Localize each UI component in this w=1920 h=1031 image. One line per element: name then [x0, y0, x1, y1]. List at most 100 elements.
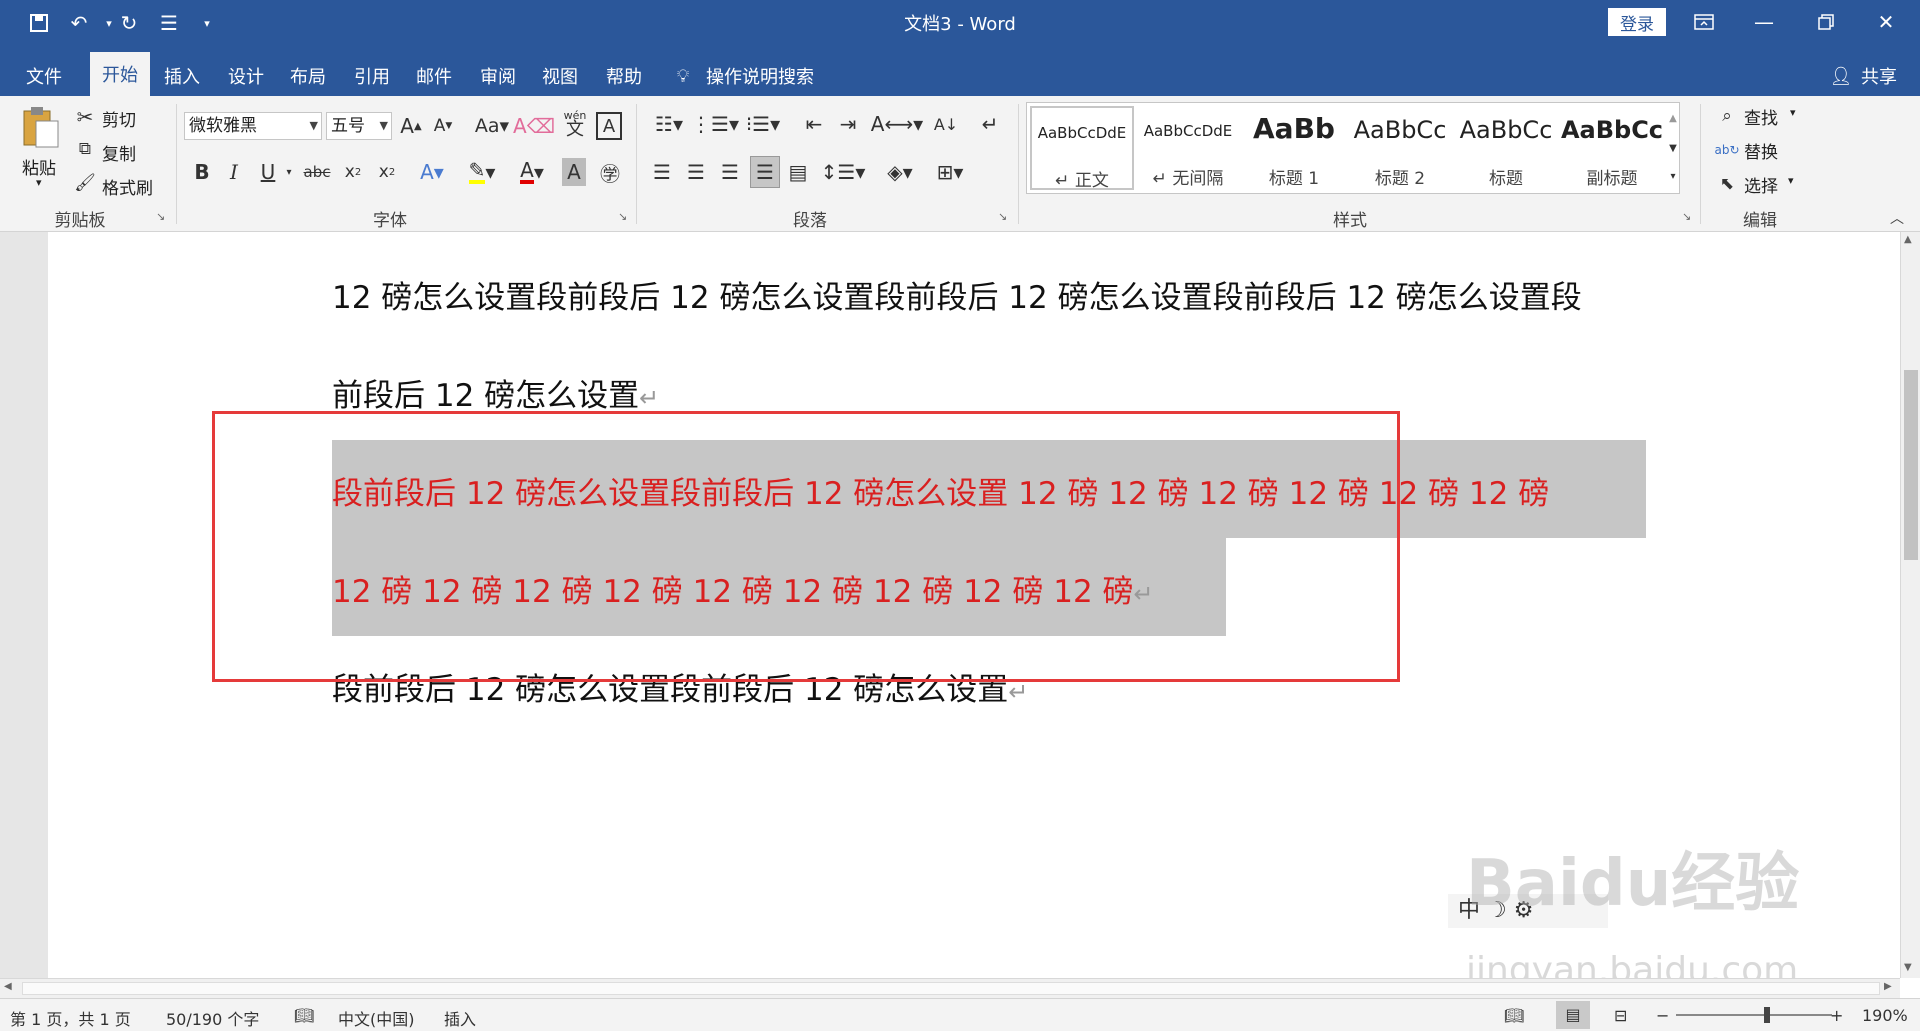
show-marks-icon[interactable]: ↵: [976, 110, 1004, 138]
align-left-icon[interactable]: ☰: [648, 158, 676, 186]
align-center-icon[interactable]: ☰: [682, 158, 710, 186]
scroll-up-icon[interactable]: ▲: [1904, 234, 1912, 245]
zoom-level[interactable]: 190%: [1862, 1006, 1908, 1025]
gallery-up-icon[interactable]: ▲: [1664, 104, 1682, 132]
scroll-right-icon[interactable]: ▶: [1884, 981, 1892, 992]
highlight-icon[interactable]: ✎ ▾: [462, 158, 502, 186]
gallery-down-icon[interactable]: ▼: [1664, 134, 1682, 162]
strikethrough-icon[interactable]: abc: [302, 158, 332, 186]
borders-icon[interactable]: ⊞▾: [930, 158, 970, 186]
web-layout-icon[interactable]: ⊟: [1614, 1006, 1627, 1025]
chevron-down-icon[interactable]: ▾: [282, 162, 296, 182]
grow-font-icon[interactable]: A ▲: [398, 112, 424, 140]
style-normal[interactable]: AaBbCcDdE ↵ 正文: [1030, 106, 1134, 191]
phonetic-guide-icon[interactable]: wén 文: [562, 108, 588, 140]
format-painter-button[interactable]: 格式刷: [102, 174, 153, 199]
font-name-combo[interactable]: 微软雅黑 ▼: [184, 112, 322, 140]
select-button[interactable]: 选择: [1744, 172, 1778, 197]
copy-icon[interactable]: ⧉: [74, 138, 96, 160]
enclose-characters-icon[interactable]: ㊫: [596, 158, 624, 186]
search-icon[interactable]: ⌕: [1716, 104, 1738, 128]
tab-file[interactable]: 文件: [10, 56, 78, 96]
multilevel-list-icon[interactable]: ⁝☰▾: [742, 110, 784, 138]
style-no-spacing[interactable]: AaBbCcDdE ↵ 无间隔: [1136, 106, 1240, 190]
superscript-icon[interactable]: x2: [374, 158, 400, 186]
style-heading-2[interactable]: AaBbCc 标题 2: [1348, 106, 1452, 190]
justify-icon[interactable]: ☰: [750, 156, 780, 188]
underline-icon[interactable]: U: [256, 158, 280, 186]
chevron-down-icon[interactable]: ▾: [1788, 174, 1794, 187]
tab-insert[interactable]: 插入: [152, 56, 212, 96]
vertical-scrollbar[interactable]: ▲ ▼: [1900, 232, 1920, 978]
styles-launcher-icon[interactable]: ↘: [1682, 210, 1691, 223]
scroll-left-icon[interactable]: ◀: [4, 981, 12, 992]
proofing-icon[interactable]: 📖︎: [294, 1006, 314, 1025]
scroll-thumb[interactable]: [22, 982, 1880, 995]
cut-button[interactable]: 剪切: [102, 106, 136, 131]
minimize-icon[interactable]: —: [1736, 4, 1792, 40]
decrease-indent-icon[interactable]: ⇤: [800, 110, 828, 138]
style-title[interactable]: AaBbCc 标题: [1454, 106, 1558, 190]
insert-mode[interactable]: 插入: [444, 1006, 476, 1030]
paragraph-launcher-icon[interactable]: ↘: [998, 210, 1007, 223]
text-effects-icon[interactable]: A▾: [412, 158, 452, 186]
page-count[interactable]: 第 1 页，共 1 页: [10, 1006, 131, 1030]
style-subtitle[interactable]: AaBbCc 副标题: [1560, 106, 1664, 190]
increase-indent-icon[interactable]: ⇥: [834, 110, 862, 138]
copy-button[interactable]: 复制: [102, 140, 136, 165]
bold-icon[interactable]: B: [190, 158, 214, 186]
read-mode-icon[interactable]: 📖︎: [1504, 1006, 1524, 1025]
select-cursor-icon[interactable]: ⬉: [1716, 172, 1738, 196]
replace-icon[interactable]: ab↻: [1714, 138, 1739, 162]
ribbon-display-icon[interactable]: [1676, 4, 1732, 40]
tab-home[interactable]: 开始: [90, 52, 150, 96]
paste-dropdown-icon[interactable]: ▾: [36, 176, 42, 189]
character-border-icon[interactable]: A: [596, 112, 622, 140]
change-case-icon[interactable]: Aa▾: [470, 112, 514, 140]
word-count[interactable]: 50/190 个字: [166, 1006, 259, 1030]
close-icon[interactable]: ✕: [1858, 4, 1914, 40]
scroll-thumb[interactable]: [1904, 370, 1918, 560]
sort-icon[interactable]: A↓: [932, 110, 960, 138]
subscript-icon[interactable]: x2: [340, 158, 366, 186]
zoom-slider-thumb[interactable]: [1764, 1007, 1770, 1023]
tab-help[interactable]: 帮助: [594, 56, 654, 96]
align-right-icon[interactable]: ☰: [716, 158, 744, 186]
language-indicator[interactable]: 中文(中国): [338, 1006, 415, 1030]
scroll-down-icon[interactable]: ▼: [1904, 962, 1912, 973]
horizontal-scrollbar[interactable]: ◀ ▶: [0, 978, 1900, 998]
font-color-icon[interactable]: A ▾: [512, 158, 552, 186]
tab-layout[interactable]: 布局: [278, 56, 338, 96]
italic-icon[interactable]: I: [222, 158, 246, 186]
zoom-slider[interactable]: [1676, 1014, 1832, 1016]
chevron-down-icon[interactable]: ▾: [1790, 106, 1796, 119]
clear-format-icon[interactable]: A⌫: [513, 112, 555, 140]
replace-button[interactable]: 替换: [1744, 138, 1778, 163]
paste-icon[interactable]: [18, 104, 62, 150]
tab-design[interactable]: 设计: [216, 56, 276, 96]
shrink-font-icon[interactable]: A ▼: [430, 112, 456, 140]
tab-mailings[interactable]: 邮件: [404, 56, 464, 96]
zoom-in-icon[interactable]: +: [1830, 1006, 1843, 1025]
shading-icon[interactable]: ◈▾: [880, 158, 920, 186]
login-button[interactable]: 登录: [1608, 8, 1666, 36]
distributed-icon[interactable]: ▤: [784, 158, 812, 186]
line-spacing-icon[interactable]: ↕☰▾: [821, 158, 866, 186]
tab-view[interactable]: 视图: [530, 56, 590, 96]
find-button[interactable]: 查找: [1744, 104, 1778, 129]
lightbulb-icon[interactable]: 💡︎: [668, 56, 698, 96]
share-button[interactable]: 共享: [1854, 56, 1904, 96]
person-icon[interactable]: 👤︎: [1826, 56, 1856, 96]
character-shading-icon[interactable]: A: [562, 158, 586, 186]
gallery-more-icon[interactable]: ▾: [1664, 162, 1682, 190]
restore-icon[interactable]: [1798, 4, 1854, 40]
scissors-icon[interactable]: ✂: [74, 105, 96, 129]
numbering-icon[interactable]: ⋮☰▾: [691, 110, 739, 138]
tell-me-search[interactable]: 操作说明搜索: [706, 56, 826, 96]
format-painter-icon[interactable]: 🖌︎: [74, 172, 96, 194]
bullets-icon[interactable]: ☷▾: [648, 110, 690, 138]
tab-review[interactable]: 审阅: [468, 56, 528, 96]
style-heading-1[interactable]: AaBb 标题 1: [1242, 106, 1346, 190]
font-size-combo[interactable]: 五号 ▼: [326, 112, 392, 140]
zoom-out-icon[interactable]: −: [1656, 1006, 1669, 1025]
